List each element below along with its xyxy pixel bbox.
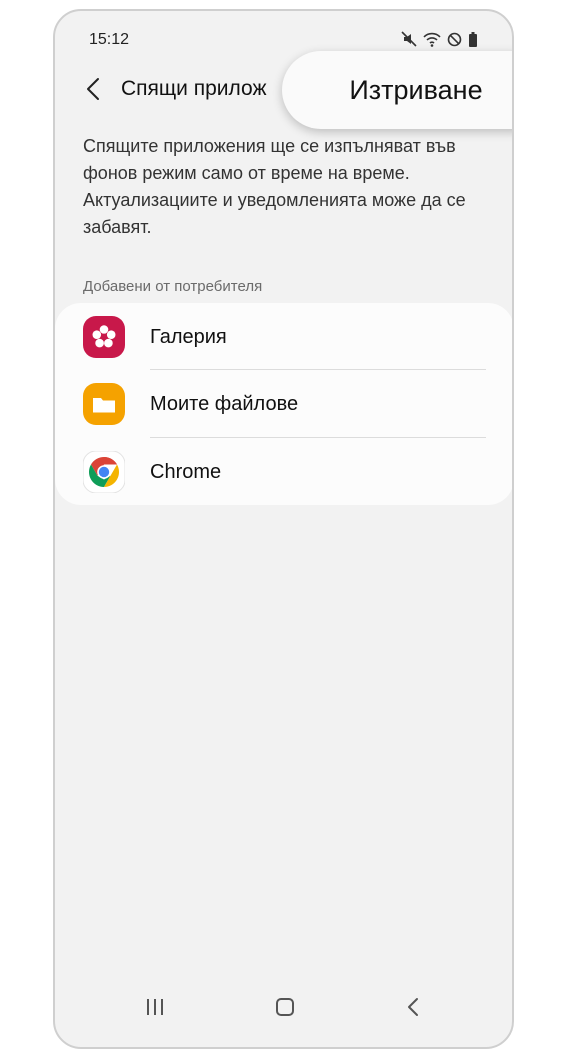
list-item-label: Галерия: [150, 326, 227, 348]
gallery-icon: [83, 316, 125, 358]
page-title: Спящи прилож: [121, 77, 267, 100]
battery-icon: [468, 31, 478, 47]
mute-icon: [401, 31, 417, 47]
do-not-disturb-icon: [447, 32, 462, 47]
status-icons: [401, 31, 478, 47]
nav-back-button[interactable]: [393, 989, 433, 1029]
delete-popup-button[interactable]: Изтриване: [282, 51, 512, 129]
wifi-icon: [423, 31, 441, 47]
list-item-my-files[interactable]: Моите файлове: [55, 370, 512, 437]
recent-apps-button[interactable]: [135, 989, 175, 1029]
back-button[interactable]: [77, 71, 109, 111]
chrome-icon: [82, 450, 126, 494]
back-icon: [407, 997, 419, 1022]
phone-screen: 15:12 Спящи прилож Изтриване Спящите при…: [53, 9, 514, 1049]
home-button[interactable]: [265, 989, 305, 1029]
delete-label: Изтриване: [349, 74, 483, 105]
my-files-icon: [83, 383, 125, 425]
list-item-gallery[interactable]: Галерия: [55, 303, 512, 370]
home-icon: [275, 997, 295, 1022]
navigation-bar: [55, 971, 512, 1047]
list-item-label: Моите файлове: [150, 393, 299, 415]
app-list: Галерия Моите файлове Chrome: [55, 303, 512, 505]
chevron-left-icon: [86, 77, 100, 106]
status-time: 15:12: [89, 31, 130, 48]
list-item-chrome[interactable]: Chrome: [55, 438, 512, 505]
section-header: Добавени от потребителя: [83, 278, 263, 295]
description-text: Спящите приложения ще се изпълняват във …: [83, 136, 466, 237]
recent-apps-icon: [145, 998, 165, 1021]
list-item-label: Chrome: [150, 461, 222, 483]
